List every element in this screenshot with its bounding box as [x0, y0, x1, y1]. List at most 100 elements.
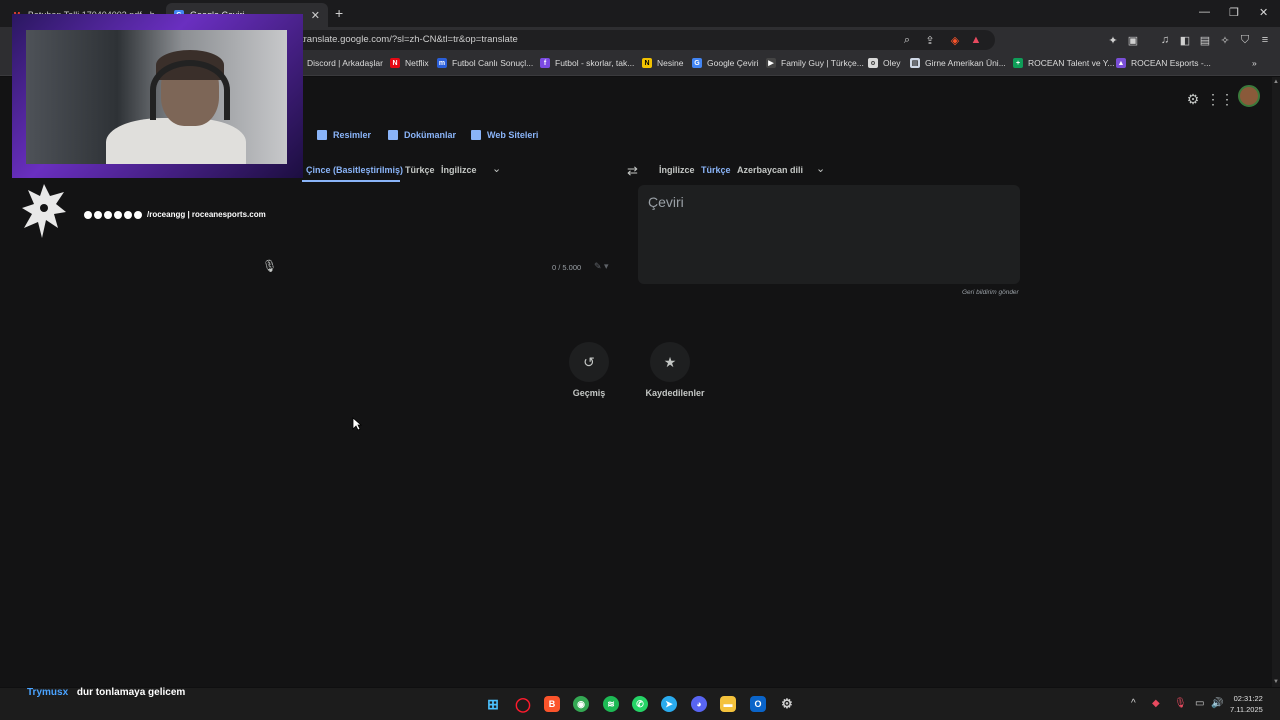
tab-images[interactable]: Resimler	[317, 130, 371, 140]
source-lang-turkish[interactable]: Türkçe	[405, 165, 435, 175]
outlook-icon[interactable]: O	[750, 696, 766, 712]
char-counter: 0 / 5.000	[552, 263, 582, 272]
media-icon[interactable]: ♫	[1157, 32, 1173, 48]
wallet-icon[interactable]: ▤	[1197, 32, 1213, 48]
settings-icon[interactable]: ⚙	[1183, 89, 1203, 109]
bookmark-rocean-esports[interactable]: ▲ ROCEAN Esports -...	[1116, 58, 1211, 68]
chat-text: dur tonlamaya gelicem	[76, 687, 186, 698]
target-lang-turkish[interactable]: Türkçe	[701, 165, 731, 175]
bookmark-futbol-canli[interactable]: m Futbol Canlı Sonuçl...	[437, 58, 533, 68]
tab-websites[interactable]: Web Siteleri	[471, 130, 538, 140]
bookmark-oley[interactable]: o Oley	[868, 58, 900, 68]
url-text[interactable]: translate.google.com/?sl=zh-CN&tl=tr&op=…	[301, 34, 518, 45]
video-icon: ▶	[766, 58, 776, 68]
apps-grid-icon[interactable]: ⋮⋮	[1206, 89, 1234, 109]
target-lang-dropdown-icon[interactable]: ⌄	[816, 162, 825, 175]
discord-icon[interactable]: ◕	[691, 696, 707, 712]
scroll-down-icon[interactable]: ▼	[1273, 679, 1279, 685]
restore-button[interactable]: ❐	[1229, 6, 1239, 19]
youtube-icon	[104, 210, 112, 219]
dragon-logo-icon	[22, 184, 66, 238]
tray-mic-icon[interactable]: 🎙	[1174, 698, 1187, 709]
source-lang-english[interactable]: İngilizce	[441, 165, 477, 175]
bookmark-google-translate[interactable]: G Google Çeviri	[692, 58, 759, 68]
x-icon	[124, 210, 132, 219]
brave-rewards-icon[interactable]: ▲	[968, 32, 984, 48]
translation-output	[638, 185, 1020, 284]
opera-icon[interactable]: ◯	[515, 696, 531, 712]
oley-icon: o	[868, 58, 878, 68]
globe-icon	[471, 130, 481, 140]
whatsapp-icon[interactable]: ✆	[632, 696, 648, 712]
clock-time: 02:31:22	[1233, 694, 1263, 703]
chat-username: Trymusx	[27, 687, 69, 698]
drive-icon: ▲	[1116, 58, 1126, 68]
bookmark-family-guy[interactable]: ▶ Family Guy | Türkçe...	[766, 58, 864, 68]
system-clock[interactable]: 02:31:22 7.11.2025	[1230, 693, 1263, 715]
extensions-icon[interactable]: ✦	[1105, 32, 1121, 48]
saved-label: Kaydedilenler	[645, 388, 705, 398]
bookmark-futbol-skorlar[interactable]: f Futbol - skorlar, tak...	[540, 58, 634, 68]
webcam-person-body	[106, 118, 246, 164]
menu-icon[interactable]: ≡	[1257, 32, 1273, 48]
tray-overflow-icon[interactable]: ^	[1131, 698, 1136, 709]
scroll-up-icon[interactable]: ▲	[1273, 79, 1279, 85]
swap-languages-icon[interactable]: ⇄	[627, 163, 638, 179]
webcam-overlay	[12, 14, 303, 178]
brave-icon[interactable]: B	[544, 696, 560, 712]
bookmark-rocean-talent[interactable]: + ROCEAN Talent ve Y...	[1013, 58, 1114, 68]
tab-documents[interactable]: Dokümanlar	[388, 130, 456, 140]
bookmark-nesine[interactable]: N Nesine	[642, 58, 683, 68]
saved-button[interactable]: ★	[650, 342, 690, 382]
microphone-icon[interactable]: 🎙	[262, 259, 277, 273]
image-icon	[317, 130, 327, 140]
target-lang-azerbaijani[interactable]: Azerbaycan dili	[737, 165, 803, 175]
feedback-link[interactable]: Geri bildirim gönder	[962, 289, 1019, 296]
zoom-icon[interactable]: ⌕	[899, 32, 915, 48]
tab-search-icon[interactable]: ▣	[1125, 32, 1141, 48]
mackolik-icon: m	[437, 58, 447, 68]
avatar[interactable]	[1238, 85, 1260, 107]
headset-icon	[150, 60, 230, 120]
minimize-button[interactable]: —	[1199, 6, 1210, 18]
chrome-icon[interactable]: ◉	[573, 696, 589, 712]
leo-icon[interactable]: ✧	[1217, 32, 1233, 48]
document-icon: ▤	[910, 58, 920, 68]
google-translate-icon: G	[692, 58, 702, 68]
volume-icon[interactable]: 🔊	[1211, 698, 1223, 709]
history-label: Geçmiş	[572, 388, 606, 398]
sidebar-icon[interactable]: ◧	[1177, 32, 1193, 48]
history-button[interactable]: ↺	[569, 342, 609, 382]
handwriting-icon[interactable]: ✎ ▾	[594, 261, 609, 272]
source-lang-dropdown-icon[interactable]: ⌄	[492, 162, 501, 175]
more-bookmarks-icon[interactable]: »	[1252, 58, 1257, 68]
social-overlay: /roceangg | roceanesports.com	[20, 182, 320, 242]
steam-icon[interactable]: ⚙	[779, 696, 795, 712]
clock-date: 7.11.2025	[1230, 705, 1263, 714]
network-icon[interactable]: ▭	[1195, 698, 1204, 709]
bookmark-discord[interactable]: Discord | Arkadaşlar	[307, 58, 383, 68]
spotify-icon[interactable]: ≋	[603, 696, 619, 712]
netflix-icon: N	[390, 58, 400, 68]
sheets-icon: +	[1013, 58, 1023, 68]
nesine-icon: N	[642, 58, 652, 68]
share-icon[interactable]: ⇪	[922, 32, 938, 48]
vpn-icon[interactable]: ⛉	[1237, 32, 1253, 48]
close-window-button[interactable]: ✕	[1259, 6, 1268, 19]
target-lang-english[interactable]: İngilizce	[659, 165, 695, 175]
document-icon	[388, 130, 398, 140]
telegram-icon[interactable]: ➤	[661, 696, 677, 712]
new-tab-button[interactable]: +	[335, 5, 343, 21]
bookmark-girne[interactable]: ▤ Girne Amerikan Üni...	[910, 58, 1006, 68]
tray-app-icon[interactable]: ◆	[1152, 698, 1160, 709]
history-icon: ↺	[583, 353, 595, 370]
page-scrollbar[interactable]	[1272, 77, 1280, 687]
social-handles: /roceangg | roceanesports.com	[84, 210, 266, 219]
windows-start-icon[interactable]: ⊞	[485, 696, 501, 712]
source-lang-chinese[interactable]: Çince (Basitleştirilmiş)	[306, 165, 403, 175]
close-tab-icon[interactable]: ✕	[311, 9, 320, 22]
file-explorer-icon[interactable]: ▬	[720, 696, 736, 712]
bookmark-netflix[interactable]: N Netflix	[390, 58, 429, 68]
mouse-cursor-icon	[352, 417, 362, 431]
brave-shields-icon[interactable]: ◈	[947, 32, 963, 48]
